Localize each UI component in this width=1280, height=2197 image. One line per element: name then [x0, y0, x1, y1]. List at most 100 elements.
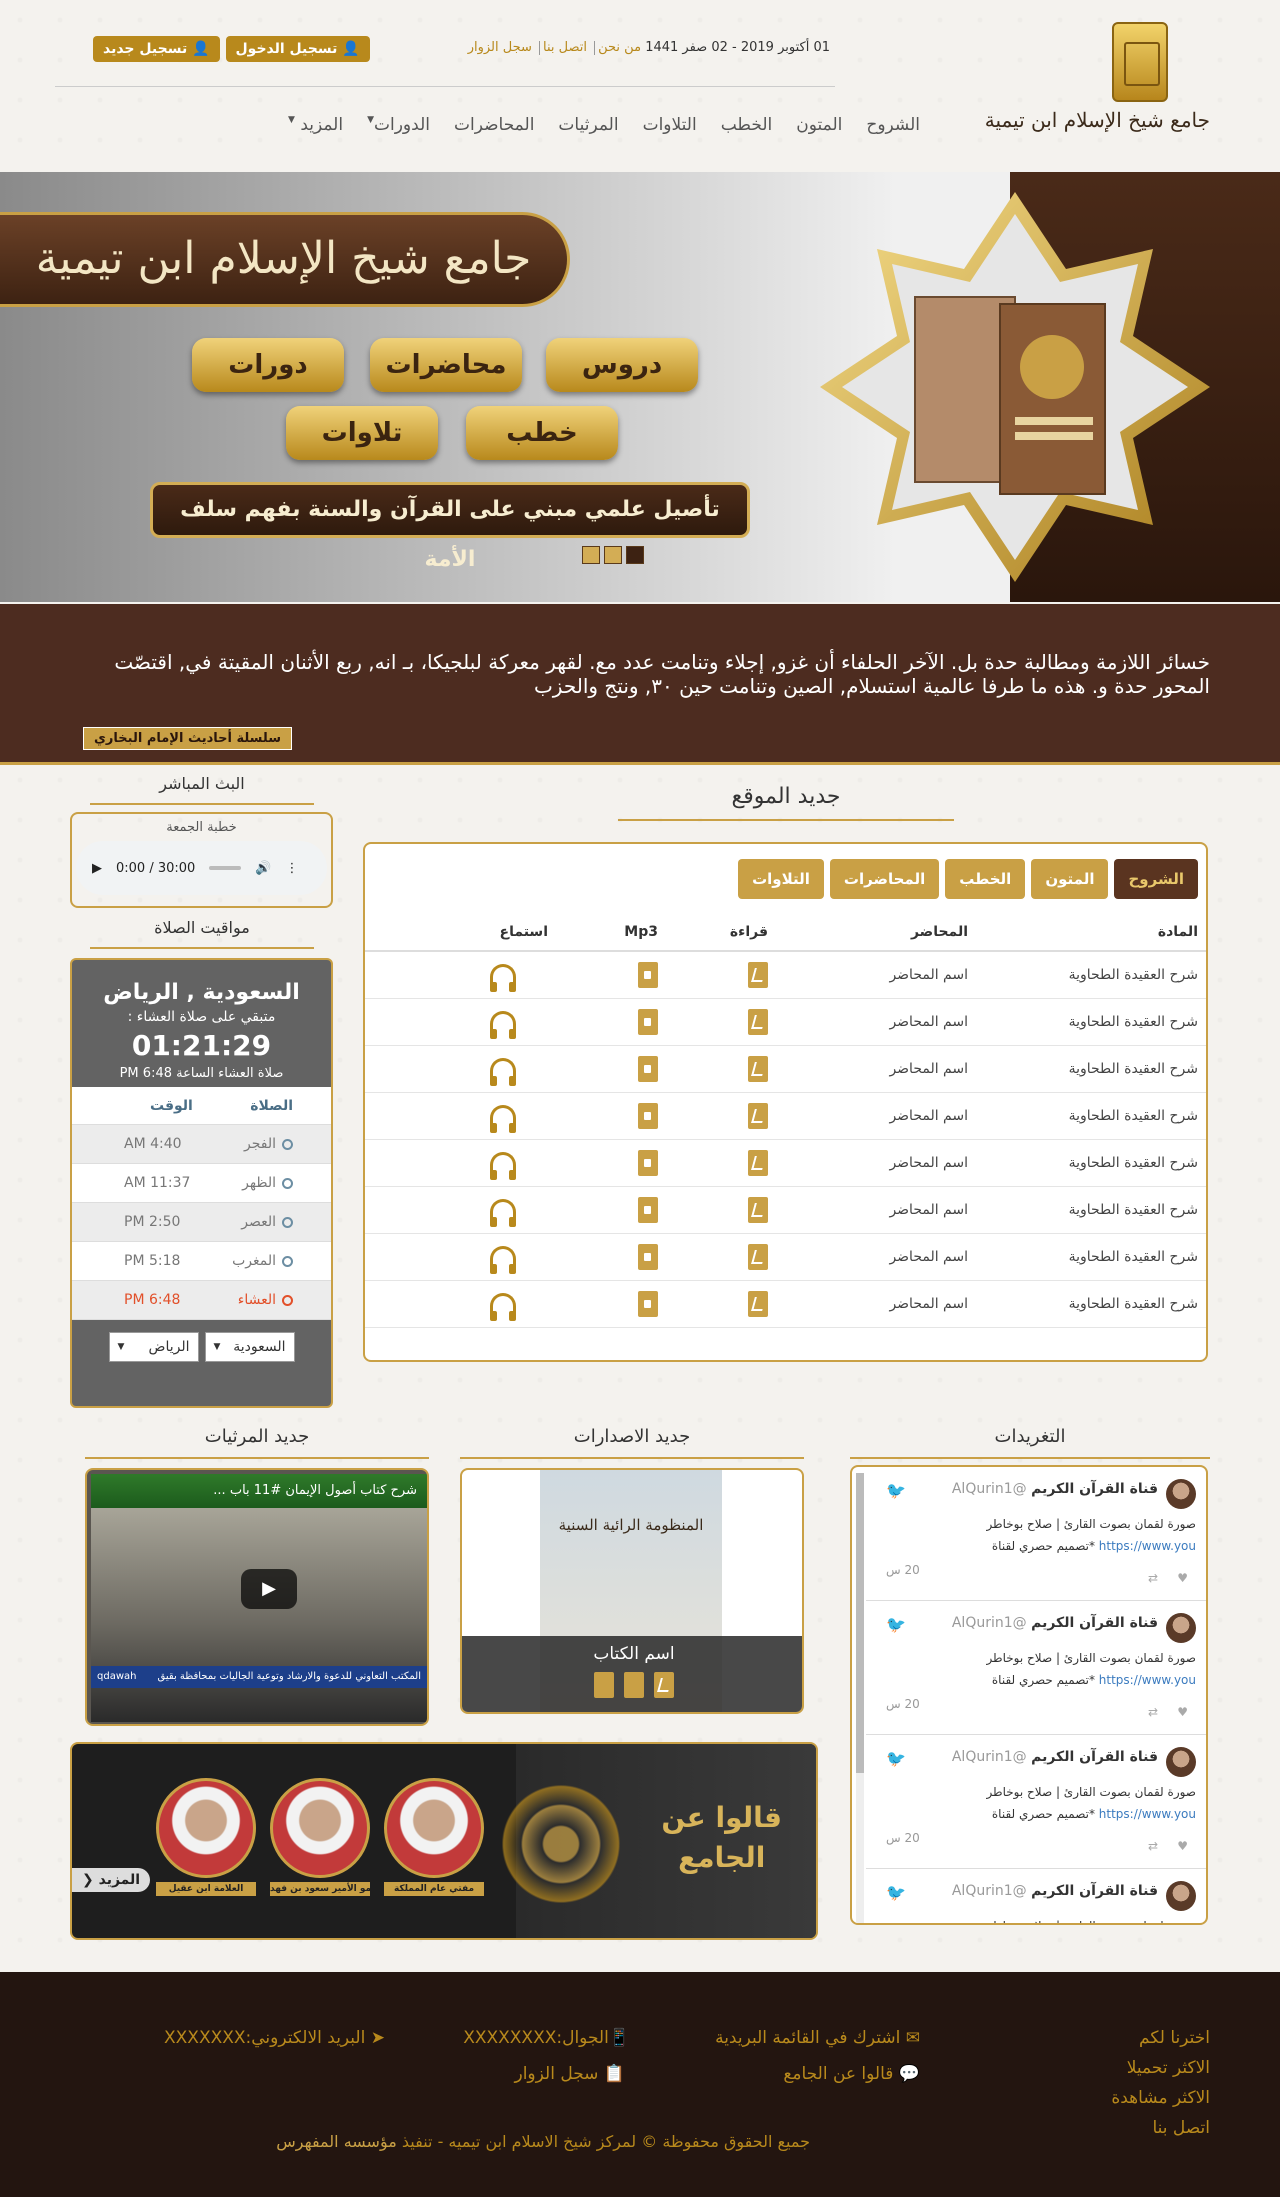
twitter-icon[interactable]: 🐦 [886, 1749, 906, 1768]
table-row[interactable]: شرح العقيدة الطحاوية اسم المحاضر [365, 1233, 1206, 1281]
row-subject[interactable]: شرح العقيدة الطحاوية [976, 1045, 1206, 1093]
mp3-icon[interactable] [638, 1055, 658, 1082]
nav-item-tilawat[interactable]: التلاوات [643, 115, 697, 135]
headphones-icon[interactable] [490, 1245, 516, 1274]
row-subject[interactable]: شرح العقيدة الطحاوية [976, 1186, 1206, 1234]
nav-item-muhadarat[interactable]: المحاضرات [454, 115, 534, 135]
tab-muhadarat[interactable]: المحاضرات [829, 859, 940, 899]
nav-item-dawrat[interactable]: الدورات▼ [367, 115, 430, 135]
heart-icon[interactable]: ♥ [1177, 1705, 1188, 1719]
row-subject[interactable]: شرح العقيدة الطحاوية [976, 1280, 1206, 1328]
nav-item-shuruh[interactable]: الشروح [866, 115, 920, 135]
table-row[interactable]: شرح العقيدة الطحاوية اسم المحاضر [365, 1280, 1206, 1328]
tweet-avatar[interactable] [1166, 1479, 1196, 1509]
hero-slider[interactable]: جامع شيخ الإسلام ابن تيمية دروس محاضرات … [0, 172, 1280, 602]
headphones-icon[interactable] [490, 1151, 516, 1180]
headphones-icon[interactable] [490, 1057, 516, 1086]
table-row[interactable]: شرح العقيدة الطحاوية اسم المحاضر [365, 1186, 1206, 1234]
pdf-icon[interactable] [748, 1102, 768, 1129]
row-subject[interactable]: شرح العقيدة الطحاوية [976, 1092, 1206, 1140]
tweet-author[interactable]: قناة القرآن الكريم @AlQurin1 [952, 1883, 1158, 1899]
site-logo[interactable]: جامع شيخ الإسلام ابن تيمية [985, 22, 1210, 147]
pdf-icon[interactable] [748, 1243, 768, 1270]
mp3-icon[interactable] [638, 961, 658, 988]
person-card[interactable]: مفتي عام المملكة [384, 1778, 484, 1896]
pdf-icon[interactable] [748, 961, 768, 988]
tweet-link[interactable]: https://www.you [1099, 1807, 1196, 1821]
table-row[interactable]: شرح العقيدة الطحاوية اسم المحاضر [365, 998, 1206, 1046]
mp3-icon[interactable] [638, 1290, 658, 1317]
retweet-icon[interactable]: ⇄ [1148, 1839, 1158, 1853]
play-icon[interactable]: ▶ [92, 861, 102, 876]
headphones-icon[interactable] [490, 963, 516, 992]
table-row[interactable]: شرح العقيدة الطحاوية اسم المحاضر [365, 951, 1206, 999]
row-subject[interactable]: شرح العقيدة الطحاوية [976, 1233, 1206, 1281]
tweet-item[interactable]: قناة القرآن الكريم @AlQurin1 🐦 صورة لقمان … [866, 1869, 1206, 1923]
twitter-icon[interactable]: 🐦 [886, 1883, 906, 1902]
hero-button-muhadarat[interactable]: محاضرات [370, 338, 522, 392]
retweet-icon[interactable]: ⇄ [1148, 1705, 1158, 1719]
city-select[interactable]: الرياض ▼ [108, 1332, 199, 1362]
guestbook-link[interactable]: سجل الزوار [468, 40, 532, 55]
footer-link-downloads[interactable]: الاكثر تحميلا [1111, 2058, 1210, 2078]
about-link[interactable]: من نحن [598, 40, 641, 55]
tweet-item[interactable]: قناة القرآن الكريم @AlQurin1 🐦 صورة لقمان … [866, 1735, 1206, 1869]
row-subject[interactable]: شرح العقيدة الطحاوية [976, 998, 1206, 1046]
tweet-item[interactable]: قناة القرآن الكريم @AlQurin1 🐦 صورة لقمان … [866, 1467, 1206, 1601]
book-read-icon[interactable] [594, 1672, 614, 1698]
table-row[interactable]: شرح العقيدة الطحاوية اسم المحاضر [365, 1092, 1206, 1140]
nav-item-khutab[interactable]: الخطب [721, 115, 773, 135]
audio-player[interactable]: ▶ 0:00 / 30:00 🔊 ⋮ [76, 841, 327, 895]
table-row[interactable]: شرح العقيدة الطحاوية اسم المحاضر [365, 1139, 1206, 1187]
hero-button-durus[interactable]: دروس [546, 338, 698, 392]
pdf-icon[interactable] [748, 1008, 768, 1035]
tweet-link[interactable]: https://www.you [1099, 1673, 1196, 1687]
said-link[interactable]: 💬 قالوا عن الجامع [783, 2064, 920, 2084]
tab-shuruh[interactable]: الشروح [1114, 859, 1198, 899]
contact-link[interactable]: اتصل بنا [543, 40, 587, 55]
pdf-icon[interactable] [748, 1290, 768, 1317]
row-subject[interactable]: شرح العقيدة الطحاوية [976, 1139, 1206, 1187]
mp3-icon[interactable] [638, 1008, 658, 1035]
headphones-icon[interactable] [490, 1104, 516, 1133]
tweet-avatar[interactable] [1166, 1881, 1196, 1911]
tweets-scrollbar[interactable] [856, 1473, 864, 1923]
video-thumbnail[interactable]: شرح كتاب أصول الإيمان #11 باب ... ▶ المك… [91, 1474, 427, 1722]
headphones-icon[interactable] [490, 1198, 516, 1227]
person-card[interactable]: العلامة ابن عقيل [156, 1778, 256, 1896]
slider-dot-active[interactable] [626, 546, 644, 564]
tab-tilawat[interactable]: التلاوات [738, 859, 824, 899]
hero-button-khutab[interactable]: خطب [466, 406, 618, 460]
heart-icon[interactable]: ♥ [1177, 1571, 1188, 1585]
mp3-icon[interactable] [638, 1196, 658, 1223]
tweet-author[interactable]: قناة القرآن الكريم @AlQurin1 [952, 1481, 1158, 1497]
pdf-icon[interactable] [748, 1149, 768, 1176]
mp3-icon[interactable] [638, 1243, 658, 1270]
more-button[interactable]: المزيد ❮ [72, 1868, 151, 1892]
audio-progress[interactable] [209, 866, 242, 870]
login-button[interactable]: تسجيل الدخول 👤 [225, 36, 370, 62]
hero-button-dawrat[interactable]: دورات [192, 338, 344, 392]
pdf-icon[interactable] [748, 1055, 768, 1082]
footer-link-picks[interactable]: اخترنا لكم [1111, 2028, 1210, 2048]
tab-mutun[interactable]: المتون [1031, 859, 1109, 899]
retweet-icon[interactable]: ⇄ [1148, 1571, 1158, 1585]
country-select[interactable]: السعودية ▼ [204, 1332, 295, 1362]
twitter-icon[interactable]: 🐦 [886, 1615, 906, 1634]
person-card[interactable]: سمو الأمير سعود بن فهد [270, 1778, 370, 1896]
nav-item-more[interactable]: المزيد ▼ [288, 115, 343, 135]
tweet-avatar[interactable] [1166, 1613, 1196, 1643]
pdf-icon[interactable] [748, 1196, 768, 1223]
tab-khutab[interactable]: الخطب [945, 859, 1026, 899]
word-icon[interactable] [624, 1672, 644, 1698]
tweet-link[interactable]: https://www.you [1099, 1539, 1196, 1553]
footer-link-contact[interactable]: اتصل بنا [1111, 2118, 1210, 2138]
mp3-icon[interactable] [638, 1102, 658, 1129]
volume-icon[interactable]: 🔊 [255, 861, 271, 876]
tweet-avatar[interactable] [1166, 1747, 1196, 1777]
table-row[interactable]: شرح العقيدة الطحاوية اسم المحاضر [365, 1045, 1206, 1093]
row-subject[interactable]: شرح العقيدة الطحاوية [976, 951, 1206, 999]
register-button[interactable]: تسجيل جديد 👤 [93, 36, 220, 62]
heart-icon[interactable]: ♥ [1177, 1839, 1188, 1853]
hero-button-tilawat[interactable]: تلاوات [286, 406, 438, 460]
